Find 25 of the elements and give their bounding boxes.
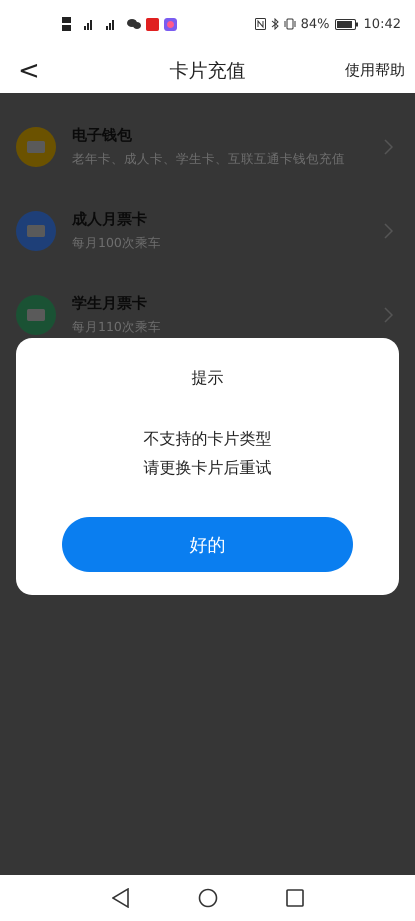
nfc-icon	[254, 18, 266, 30]
help-link[interactable]: 使用帮助	[345, 61, 405, 80]
back-icon[interactable]	[112, 888, 130, 908]
chevron-icon	[384, 223, 393, 239]
dialog-message: 请更换卡片后重试	[144, 458, 272, 479]
app-icon	[164, 18, 177, 30]
card-subtitle: 老年卡、成人卡、学生卡、互联互通卡钱包充值	[72, 151, 346, 168]
battery-percent: 84%	[300, 16, 330, 32]
card-subtitle: 每月110次乘车	[72, 319, 162, 336]
battery-icon	[334, 18, 359, 30]
chevron-icon	[384, 139, 393, 155]
back-button[interactable]: <	[12, 56, 46, 86]
clock: 10:42	[364, 16, 401, 32]
vibrate-icon	[284, 18, 296, 30]
chevron-icon	[384, 307, 393, 323]
card-subtitle: 每月100次乘车	[72, 235, 162, 252]
dialog-message: 不支持的卡片类型	[144, 429, 272, 450]
bluetooth-icon	[270, 18, 279, 30]
recents-icon[interactable]	[286, 889, 304, 907]
ok-button[interactable]: 好的	[62, 517, 353, 572]
chat-icon	[127, 18, 141, 30]
page-title: 卡片充值	[170, 58, 246, 84]
app-icon	[146, 18, 159, 30]
home-icon[interactable]	[198, 888, 218, 908]
dialog-title: 提示	[192, 368, 224, 389]
